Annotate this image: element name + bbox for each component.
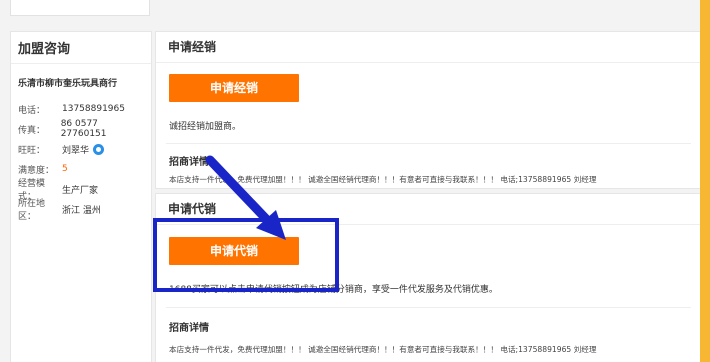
info-row-wangwang: 旺旺： 刘翠华 xyxy=(11,139,151,159)
distribution-details-title: 招商详情 xyxy=(169,157,209,168)
wangwang-label: 旺旺： xyxy=(18,145,46,156)
satisfaction-label: 满意度： xyxy=(18,165,55,176)
divider xyxy=(166,143,691,144)
page-frame: 加盟咨询 乐清市柳市奎乐玩具商行 电话： 13758891965 传真： 86 … xyxy=(0,0,700,362)
info-row-fax: 传真： 86 0577 27760151 xyxy=(11,119,151,139)
satisfaction-value: 5 xyxy=(62,164,68,174)
info-row-region: 所在地区： 浙江 温州 xyxy=(11,199,151,222)
wangwang-chat-icon[interactable] xyxy=(93,143,105,155)
top-box xyxy=(10,0,150,16)
apply-distribution-button[interactable]: 申请经销 xyxy=(169,74,299,102)
agency-details-text: 本店支持一件代发，免费代理加盟！！！ 诚邀全国经销代理商！！！有意者可直接与我联… xyxy=(169,345,597,354)
wangwang-value[interactable]: 刘翠华 xyxy=(62,143,89,156)
phone-value: 13758891965 xyxy=(62,104,125,114)
agency-details-title: 招商详情 xyxy=(169,323,209,334)
fax-value: 86 0577 27760151 xyxy=(60,119,107,139)
fax-label: 传真： xyxy=(18,125,46,136)
divider xyxy=(166,307,691,308)
distribution-panel: 申请经销 申请经销 诚招经销加盟商。 招商详情 本店支持一件代发，免费代理加盟！… xyxy=(155,31,700,189)
distribution-desc: 诚招经销加盟商。 xyxy=(169,122,242,132)
main-content: 申请经销 申请经销 诚招经销加盟商。 招商详情 本店支持一件代发，免费代理加盟！… xyxy=(155,0,700,362)
business-model-value: 生产厂家 xyxy=(62,185,99,196)
company-name[interactable]: 乐清市柳市奎乐玩具商行 xyxy=(11,64,151,89)
distribution-title: 申请经销 xyxy=(156,32,700,63)
annotation-highlight-box xyxy=(153,218,339,292)
sidebar-title: 加盟咨询 xyxy=(11,32,151,64)
region-value: 浙江 温州 xyxy=(62,205,101,216)
region-label: 所在地区： xyxy=(18,199,46,222)
franchise-sidebar: 加盟咨询 乐清市柳市奎乐玩具商行 电话： 13758891965 传真： 86 … xyxy=(10,31,152,362)
phone-label: 电话： xyxy=(18,105,46,116)
info-row-phone: 电话： 13758891965 xyxy=(11,99,151,119)
distribution-details-text: 本店支持一件代发，免费代理加盟！！！ 诚邀全国经销代理商！！！有意者可直接与我联… xyxy=(169,175,597,184)
